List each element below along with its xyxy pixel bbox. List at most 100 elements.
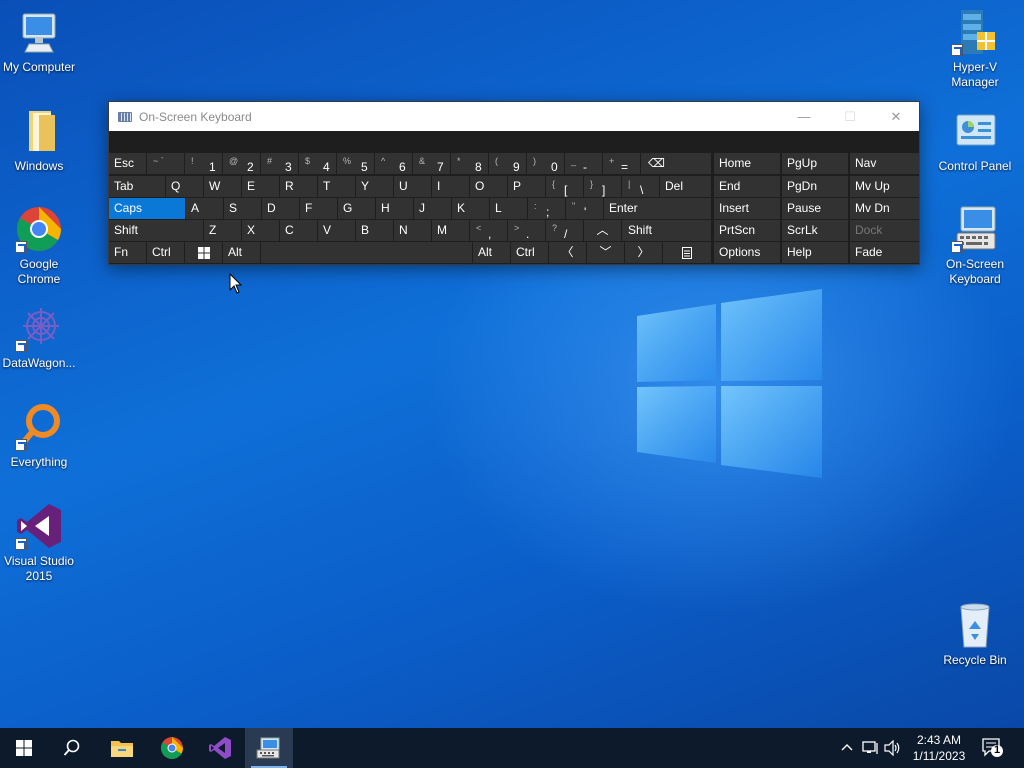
key-windows[interactable] <box>185 242 222 263</box>
key-letter[interactable]: H <box>376 198 413 219</box>
key-down-arrow[interactable]: ﹀ <box>587 242 624 263</box>
key-del[interactable]: Del <box>660 176 711 197</box>
desktop-icon-datawagon[interactable]: DataWagon... <box>0 304 78 371</box>
key-letter[interactable]: F <box>300 198 337 219</box>
osk-titlebar[interactable]: On-Screen Keyboard — ☐ ✕ <box>109 102 919 131</box>
key-letter[interactable]: O <box>470 176 507 197</box>
key-space[interactable] <box>261 242 472 263</box>
key-insert[interactable]: Insert <box>714 198 780 219</box>
desktop-icon-recycle-bin[interactable]: Recycle Bin <box>936 601 1014 668</box>
show-hidden-icons-chevron-icon[interactable] <box>838 739 856 757</box>
key-semicolon[interactable]: :; <box>528 198 565 219</box>
key-left-arrow[interactable]: 〈 <box>549 242 586 263</box>
key-alt-left[interactable]: Alt <box>223 242 260 263</box>
key-tab[interactable]: Tab <box>109 176 165 197</box>
key-2[interactable]: @2 <box>223 153 260 174</box>
key-letter[interactable]: Z <box>204 220 241 241</box>
key-home[interactable]: Home <box>714 153 780 174</box>
key-mv-dn[interactable]: Mv Dn <box>850 198 919 219</box>
key-ctrl-right[interactable]: Ctrl <box>511 242 548 263</box>
key-end[interactable]: End <box>714 176 780 197</box>
desktop-icon-hyperv-manager[interactable]: Hyper-V Manager <box>936 8 1014 90</box>
key-letter[interactable]: Y <box>356 176 393 197</box>
key-open-bracket[interactable]: {[ <box>546 176 583 197</box>
minimize-button[interactable]: — <box>781 102 827 131</box>
key-caps[interactable]: Caps <box>109 198 185 219</box>
key-backspace[interactable]: ⌫ <box>641 153 711 174</box>
key-menu[interactable] <box>663 242 711 263</box>
key-0[interactable]: ) 0 <box>527 153 564 174</box>
key-quote[interactable]: " ' <box>566 198 603 219</box>
key-shift-left[interactable]: Shift <box>109 220 203 241</box>
key-pgup[interactable]: PgUp <box>782 153 848 174</box>
key-3[interactable]: #3 <box>261 153 298 174</box>
network-icon[interactable] <box>862 739 880 757</box>
key-letter[interactable]: M <box>432 220 469 241</box>
key-letter[interactable]: I <box>432 176 469 197</box>
start-button[interactable] <box>0 728 48 768</box>
key-help[interactable]: Help <box>782 242 848 263</box>
desktop-icon-on-screen-keyboard[interactable]: On-Screen Keyboard <box>936 205 1014 287</box>
key-mv-up[interactable]: Mv Up <box>850 176 919 197</box>
notification-center-button[interactable]: 1 <box>982 738 1004 758</box>
volume-icon[interactable] <box>884 739 902 757</box>
key-minus[interactable]: _ - <box>565 153 602 174</box>
key-up-arrow[interactable]: ︿ <box>584 220 621 241</box>
key-letter[interactable]: C <box>280 220 317 241</box>
key-5[interactable]: % 5 <box>337 153 374 174</box>
key-letter[interactable]: V <box>318 220 355 241</box>
maximize-button[interactable]: ☐ <box>827 102 873 131</box>
key-letter[interactable]: T <box>318 176 355 197</box>
key-pause[interactable]: Pause <box>782 198 848 219</box>
key-letter[interactable]: U <box>394 176 431 197</box>
key-alt-right[interactable]: Alt <box>473 242 510 263</box>
taskbar-visual-studio[interactable] <box>196 728 244 768</box>
key-letter[interactable]: L <box>490 198 527 219</box>
key-6[interactable]: ^ 6 <box>375 153 412 174</box>
key-period[interactable]: >. <box>508 220 545 241</box>
key-letter[interactable]: P <box>508 176 545 197</box>
desktop-icon-my-computer[interactable]: My Computer <box>0 8 78 75</box>
key-prtscn[interactable]: PrtScn <box>714 220 780 241</box>
key-letter[interactable]: Q <box>166 176 203 197</box>
key-shift-right[interactable]: Shift <box>622 220 711 241</box>
key-slash[interactable]: ? / <box>546 220 583 241</box>
close-button[interactable]: ✕ <box>873 102 919 131</box>
search-button[interactable] <box>48 728 96 768</box>
key-letter[interactable]: A <box>186 198 223 219</box>
key-dock[interactable]: Dock <box>850 220 919 241</box>
key-letter[interactable]: W <box>204 176 241 197</box>
key-letter[interactable]: B <box>356 220 393 241</box>
desktop-icon-everything[interactable]: Everything <box>0 403 78 470</box>
key-comma[interactable]: <, <box>470 220 507 241</box>
key-4[interactable]: $4 <box>299 153 336 174</box>
key-options[interactable]: Options <box>714 242 780 263</box>
key-letter[interactable]: K <box>452 198 489 219</box>
key-fn[interactable]: Fn <box>109 242 146 263</box>
key-letter[interactable]: S <box>224 198 261 219</box>
key-close-bracket[interactable]: }] <box>584 176 621 197</box>
key-letter[interactable]: D <box>262 198 299 219</box>
key-letter[interactable]: R <box>280 176 317 197</box>
key-nav[interactable]: Nav <box>850 153 919 174</box>
key-scrlk[interactable]: ScrLk <box>782 220 848 241</box>
key-equals[interactable]: + = <box>603 153 640 174</box>
key-letter[interactable]: J <box>414 198 451 219</box>
key-letter[interactable]: E <box>242 176 279 197</box>
desktop-icon-control-panel[interactable]: Control Panel <box>936 113 1014 174</box>
key-pgdn[interactable]: PgDn <box>782 176 848 197</box>
key-enter[interactable]: Enter <box>604 198 711 219</box>
key-1[interactable]: ! 1 <box>185 153 222 174</box>
desktop-icon-visual-studio[interactable]: Visual Studio 2015 <box>0 502 78 584</box>
key-letter[interactable]: X <box>242 220 279 241</box>
desktop-icon-windows-folder[interactable]: Windows <box>0 107 78 174</box>
key-ctrl-left[interactable]: Ctrl <box>147 242 184 263</box>
taskbar-on-screen-keyboard[interactable] <box>245 728 293 768</box>
key-right-arrow[interactable]: 〉 <box>625 242 662 263</box>
key-letter[interactable]: N <box>394 220 431 241</box>
key-esc[interactable]: Esc <box>109 153 146 174</box>
key-7[interactable]: & 7 <box>413 153 450 174</box>
on-screen-keyboard-window[interactable]: On-Screen Keyboard — ☐ ✕ Esc ~ ` ! 1 @2 #… <box>108 101 920 265</box>
key-backtick[interactable]: ~ ` <box>147 153 184 174</box>
key-9[interactable]: (9 <box>489 153 526 174</box>
